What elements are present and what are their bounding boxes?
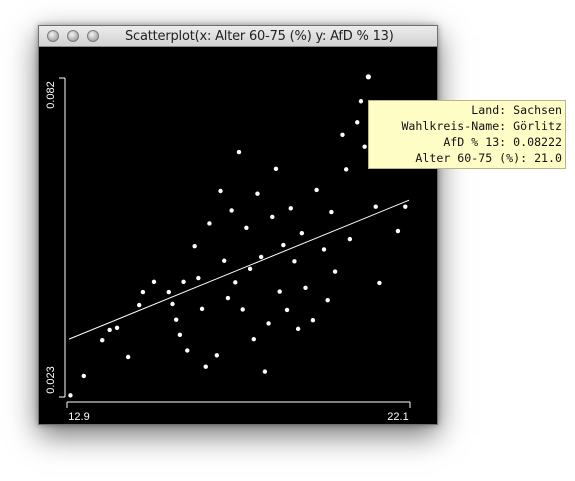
data-point[interactable] [107,327,112,333]
data-point[interactable] [347,236,353,242]
data-point[interactable] [140,289,146,295]
data-point[interactable] [251,336,256,342]
data-point[interactable] [284,307,290,313]
y-tick-label-max: 0.082 [45,81,57,109]
data-point[interactable] [177,332,183,338]
data-point[interactable] [292,259,297,264]
data-point[interactable] [181,279,186,285]
scatterplot-window: Scatterplot(x: Alter 60-75 (%) y: AfD % … [38,25,566,425]
data-point[interactable] [192,243,197,249]
tooltip-alter: Alter 60-75 (%): 21.0 [415,151,562,165]
data-point[interactable] [321,247,327,252]
data-point[interactable] [199,306,205,312]
data-point[interactable] [314,187,319,193]
data-point[interactable] [196,275,201,281]
data-point[interactable] [310,318,316,323]
x-axis: 12.9 22.1 [66,401,411,423]
data-point[interactable] [68,393,73,398]
data-point[interactable] [332,269,338,274]
data-point-tooltip: Land: Sachsen Wahlkreis-Name: Görlitz Af… [368,100,566,169]
data-point[interactable] [295,326,301,332]
close-window-button[interactable] [47,30,59,42]
title-bar[interactable]: Scatterplot(x: Alter 60-75 (%) y: AfD % … [39,26,437,47]
data-point[interactable] [303,285,308,290]
data-point[interactable] [233,280,238,285]
data-point[interactable] [358,99,364,104]
data-point[interactable] [343,167,349,172]
x-tick-label-min: 12.9 [68,411,89,423]
data-point[interactable] [395,228,401,234]
data-point[interactable] [355,120,360,125]
data-point[interactable] [281,242,286,248]
data-point[interactable] [329,209,334,215]
data-point[interactable] [218,188,223,194]
data-point[interactable] [170,301,175,307]
data-point[interactable] [151,279,157,285]
data-point[interactable] [229,208,234,213]
data-point[interactable] [362,144,367,149]
regression-line [68,199,410,340]
data-point[interactable] [173,317,179,322]
data-point[interactable] [273,166,279,172]
data-points[interactable] [68,74,408,398]
zoom-window-button[interactable] [87,30,99,42]
tooltip-wahlkreis: Wahlkreis-Name: Görlitz [401,119,562,133]
data-point[interactable] [166,289,171,295]
data-point[interactable] [270,214,275,220]
data-point[interactable] [258,254,264,260]
data-point[interactable] [225,295,231,301]
highlighted-data-point[interactable] [365,74,371,80]
data-point[interactable] [247,266,253,272]
data-point[interactable] [266,321,271,326]
data-point[interactable] [203,364,208,369]
data-point[interactable] [277,289,282,294]
data-point[interactable] [403,204,408,209]
data-point[interactable] [240,307,245,312]
data-point[interactable] [125,354,131,360]
tooltip-land: Land: Sachsen [471,103,562,117]
data-point[interactable] [255,191,260,196]
data-point[interactable] [81,373,86,379]
data-point[interactable] [236,149,242,155]
y-tick-label-min: 0.023 [45,366,57,394]
data-point[interactable] [373,204,378,209]
y-axis: 0.082 0.023 [45,77,66,398]
data-point[interactable] [207,221,212,226]
data-point[interactable] [214,353,220,358]
data-point[interactable] [222,258,227,263]
x-tick-label-max: 22.1 [387,411,408,423]
data-point[interactable] [262,369,268,374]
data-point[interactable] [325,298,330,303]
data-point[interactable] [288,206,293,211]
data-point[interactable] [377,280,382,286]
minimize-window-button[interactable] [67,30,79,42]
data-point[interactable] [299,230,305,236]
data-point[interactable] [244,225,249,230]
data-point[interactable] [137,302,142,308]
data-point[interactable] [185,348,190,353]
data-point[interactable] [114,325,120,330]
window-title: Scatterplot(x: Alter 60-75 (%) y: AfD % … [125,29,394,44]
tooltip-afd: AfD % 13: 0.08222 [443,135,562,149]
data-point[interactable] [340,132,345,137]
data-point[interactable] [100,338,105,343]
